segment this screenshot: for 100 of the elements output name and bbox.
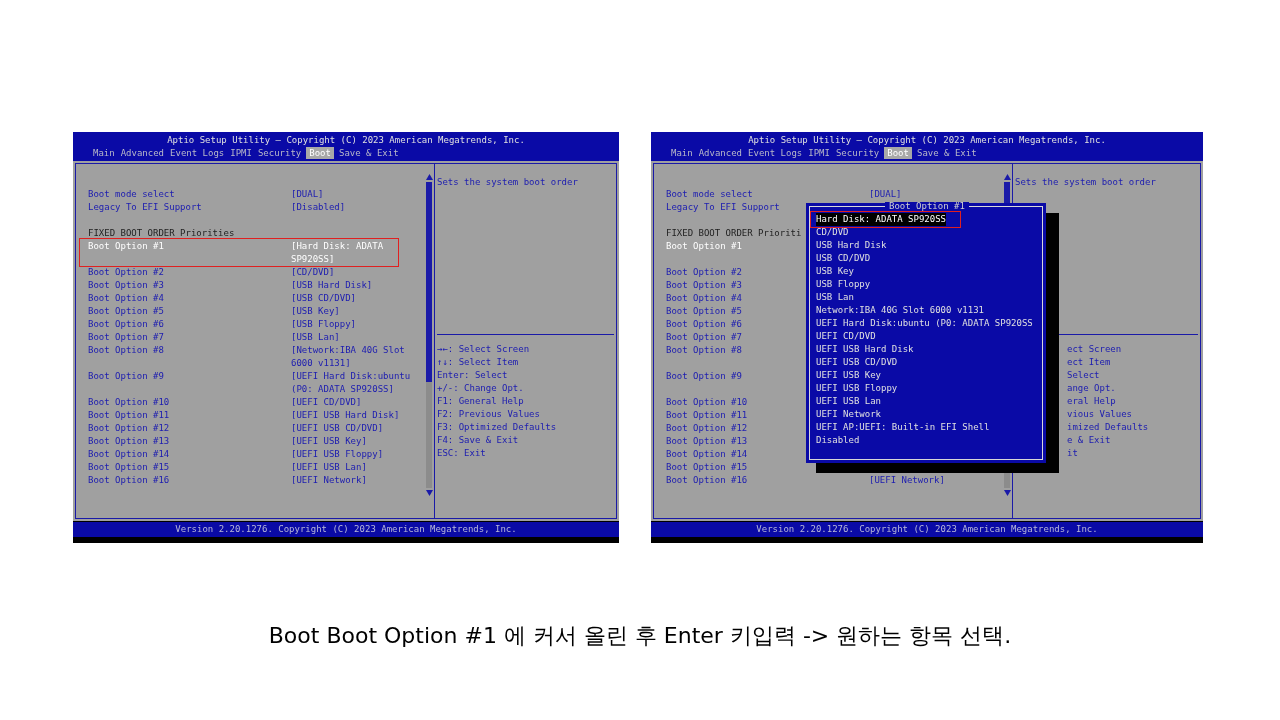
- setting-label[interactable]: Boot mode select: [666, 188, 753, 201]
- menu-tab[interactable]: Main: [92, 147, 116, 159]
- setting-value[interactable]: [USB Floppy]: [291, 318, 413, 331]
- setting-label[interactable]: Boot Option #10: [666, 396, 748, 409]
- setting-label[interactable]: Boot Option #8: [666, 344, 742, 357]
- scroll-up-icon[interactable]: [425, 174, 433, 180]
- popup-option[interactable]: USB CD/DVD: [816, 252, 871, 265]
- setting-label[interactable]: Boot Option #7: [666, 331, 742, 344]
- menu-tab[interactable]: Event Logs: [169, 147, 226, 159]
- setting-label[interactable]: Boot Option #4: [88, 292, 164, 305]
- setting-label[interactable]: Boot Option #9: [88, 370, 164, 383]
- menu-tab[interactable]: Main: [670, 147, 694, 159]
- setting-label[interactable]: Boot Option #3: [88, 279, 164, 292]
- slide-caption: Boot Boot Option #1 에 커서 올린 후 Enter 키입력 -> 원하는 항목 선택.: [268, 622, 1012, 650]
- popup-option[interactable]: UEFI USB Hard Disk: [816, 343, 914, 356]
- setting-value[interactable]: [UEFI USB CD/DVD]: [291, 422, 413, 435]
- popup-option[interactable]: UEFI USB CD/DVD: [816, 356, 898, 369]
- menu-tab[interactable]: Security: [256, 147, 303, 159]
- menu-tab[interactable]: Save & Exit: [915, 147, 978, 159]
- setting-label[interactable]: Boot Option #14: [88, 448, 170, 461]
- setting-label[interactable]: Boot Option #9: [666, 370, 742, 383]
- scroll-down-icon[interactable]: [425, 490, 433, 496]
- setting-label[interactable]: Boot Option #2: [88, 266, 164, 279]
- popup-option[interactable]: UEFI Network: [816, 408, 882, 421]
- setting-value[interactable]: [USB CD/DVD]: [291, 292, 413, 305]
- menu-tab[interactable]: Save & Exit: [337, 147, 400, 159]
- setting-value[interactable]: [UEFI Hard Disk:ubuntu (P0: ADATA SP920SS]: [291, 370, 413, 396]
- popup-option[interactable]: UEFI Hard Disk:ubuntu (P0: ADATA SP920SS: [816, 317, 1033, 330]
- setting-value[interactable]: [UEFI Network]: [291, 474, 413, 487]
- menu-tab[interactable]: Event Logs: [747, 147, 804, 159]
- setting-label[interactable]: Legacy To EFI Support: [88, 201, 202, 214]
- setting-label[interactable]: Boot Option #14: [666, 448, 748, 461]
- setting-label[interactable]: Boot Option #1: [666, 240, 742, 253]
- popup-option[interactable]: USB Hard Disk: [816, 239, 887, 252]
- setting-label[interactable]: Boot Option #6: [666, 318, 742, 331]
- setting-label[interactable]: Boot Option #11: [666, 409, 748, 422]
- setting-value[interactable]: [Disabled]: [291, 201, 413, 214]
- setting-value[interactable]: [DUAL]: [291, 188, 413, 201]
- key-help-text: e & Exit: [1067, 434, 1111, 447]
- popup-option[interactable]: USB Lan: [816, 291, 854, 304]
- setting-label[interactable]: Boot Option #3: [666, 279, 742, 292]
- scrollbar-thumb[interactable]: [426, 182, 432, 382]
- help-description: Sets the system boot order: [437, 176, 578, 189]
- setting-label[interactable]: Legacy To EFI Support: [666, 201, 780, 214]
- setting-value[interactable]: [UEFI CD/DVD]: [291, 396, 413, 409]
- scroll-down-icon[interactable]: [1003, 490, 1011, 496]
- setting-label[interactable]: Boot Option #16: [88, 474, 170, 487]
- popup-option[interactable]: Network:IBA 40G Slot 6000 v1131: [816, 304, 984, 317]
- menu-tab[interactable]: Advanced: [697, 147, 744, 159]
- menu-tab[interactable]: IPMI: [229, 147, 253, 159]
- setting-label[interactable]: Boot Option #2: [666, 266, 742, 279]
- setting-value[interactable]: [UEFI USB Lan]: [291, 461, 413, 474]
- setting-value[interactable]: [USB Lan]: [291, 331, 413, 344]
- setting-label[interactable]: Boot Option #8: [88, 344, 164, 357]
- menu-tab[interactable]: IPMI: [807, 147, 831, 159]
- popup-option[interactable]: UEFI AP:UEFI: Built-in EFI Shell: [816, 421, 990, 434]
- popup-option[interactable]: Disabled: [816, 434, 860, 447]
- setting-label[interactable]: Boot Option #13: [88, 435, 170, 448]
- scroll-up-icon[interactable]: [1003, 174, 1011, 180]
- menu-tab[interactable]: Security: [834, 147, 881, 159]
- setting-label[interactable]: Boot Option #15: [666, 461, 748, 474]
- menu-tab[interactable]: Advanced: [119, 147, 166, 159]
- setting-label[interactable]: Boot Option #15: [88, 461, 170, 474]
- window-title: Aptio Setup Utility – Copyright (C) 2023 American Megatrends, Inc.: [748, 134, 1106, 147]
- setting-value[interactable]: [UEFI USB Hard Disk]: [291, 409, 413, 422]
- setting-label[interactable]: Boot Option #1: [88, 240, 164, 253]
- setting-label[interactable]: Boot Option #12: [666, 422, 748, 435]
- setting-value[interactable]: [CD/DVD]: [291, 266, 413, 279]
- version-footer: Version 2.20.1276. Copyright (C) 2023 American Megatrends, Inc.: [651, 522, 1203, 537]
- setting-label[interactable]: Boot Option #11: [88, 409, 170, 422]
- setting-value[interactable]: [Hard Disk: ADATA SP920SS]: [291, 240, 413, 266]
- setting-value[interactable]: [UEFI USB Floppy]: [291, 448, 413, 461]
- setting-label[interactable]: Boot Option #16: [666, 474, 748, 487]
- setting-label[interactable]: Boot Option #10: [88, 396, 170, 409]
- setting-label[interactable]: Boot Option #5: [666, 305, 742, 318]
- popup-option[interactable]: CD/DVD: [816, 226, 849, 239]
- menu-tab[interactable]: Boot: [884, 147, 912, 159]
- scrollbar-track[interactable]: [426, 182, 432, 488]
- setting-label[interactable]: Boot Option #4: [666, 292, 742, 305]
- setting-value[interactable]: [USB Hard Disk]: [291, 279, 413, 292]
- setting-label[interactable]: Boot Option #5: [88, 305, 164, 318]
- popup-option[interactable]: Hard Disk: ADATA SP920SS: [816, 213, 947, 226]
- setting-value[interactable]: [UEFI USB Key]: [291, 435, 413, 448]
- setting-label[interactable]: Boot Option #6: [88, 318, 164, 331]
- popup-option[interactable]: USB Key: [816, 265, 854, 278]
- setting-value[interactable]: [Network:IBA 40G Slot 6000 v1131]: [291, 344, 413, 370]
- setting-label[interactable]: Boot mode select: [88, 188, 175, 201]
- popup-option[interactable]: UEFI USB Lan: [816, 395, 882, 408]
- popup-option[interactable]: USB Floppy: [816, 278, 871, 291]
- popup-option[interactable]: UEFI USB Key: [816, 369, 882, 382]
- setting-value[interactable]: [DUAL]: [869, 188, 991, 201]
- setting-value[interactable]: [USB Key]: [291, 305, 413, 318]
- setting-value[interactable]: [UEFI Network]: [869, 474, 991, 487]
- popup-option[interactable]: UEFI USB Floppy: [816, 382, 898, 395]
- key-help-text: imized Defaults: [1067, 421, 1149, 434]
- menu-tab[interactable]: Boot: [306, 147, 334, 159]
- setting-label[interactable]: Boot Option #13: [666, 435, 748, 448]
- setting-label[interactable]: Boot Option #12: [88, 422, 170, 435]
- popup-option[interactable]: UEFI CD/DVD: [816, 330, 876, 343]
- setting-label[interactable]: Boot Option #7: [88, 331, 164, 344]
